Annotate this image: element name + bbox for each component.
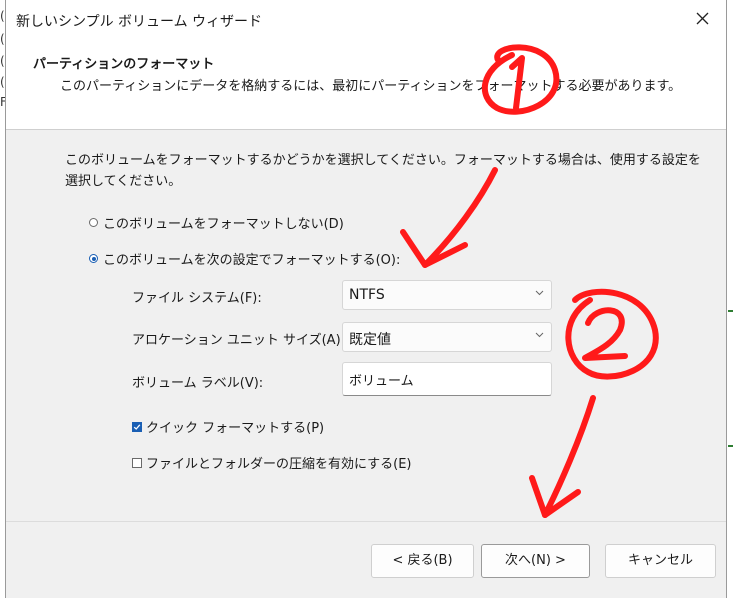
window-title: 新しいシンプル ボリューム ウィザード	[16, 14, 263, 30]
background-marker	[728, 445, 733, 447]
volume-label-input[interactable]: ボリューム	[342, 362, 552, 396]
background-window-right-edge	[726, 0, 734, 598]
wizard-dialog: 新しいシンプル ボリューム ウィザード パーティションのフォーマット このパーテ…	[5, 0, 727, 598]
radio-button-unchecked[interactable]	[89, 218, 98, 227]
allocation-unit-label: アロケーション ユニット サイズ(A):	[132, 333, 346, 348]
wizard-content: このボリュームをフォーマットするかどうかを選択してください。フォーマットする場合…	[6, 130, 726, 520]
chevron-down-icon	[535, 332, 544, 338]
close-icon	[696, 12, 709, 25]
footer-divider	[6, 521, 726, 522]
background-text-fragment: (	[0, 75, 5, 89]
instruction-text: このボリュームをフォーマットするかどうかを選択してください。フォーマットする場合…	[65, 153, 701, 189]
compression-label: ファイルとフォルダーの圧縮を有効にする(E)	[146, 457, 412, 472]
file-system-value: NTFS	[349, 287, 385, 303]
next-button[interactable]: 次へ(N) >	[481, 544, 590, 578]
background-text-fragment: (	[0, 32, 5, 46]
checkbox-unchecked[interactable]	[132, 457, 142, 468]
radio-no-format[interactable]: このボリュームをフォーマットしない(D)	[89, 213, 344, 232]
background-marker	[728, 310, 733, 312]
wizard-header: パーティションのフォーマット このパーティションにデータを格納するには、最初にパ…	[6, 40, 726, 130]
volume-label-value: ボリューム	[349, 374, 414, 389]
close-button[interactable]	[686, 4, 720, 34]
chevron-down-icon	[535, 290, 544, 296]
back-button[interactable]: < 戻る(B)	[371, 544, 474, 578]
checkmark-icon	[133, 423, 141, 430]
title-bar: 新しいシンプル ボリューム ウィザード	[6, 0, 726, 40]
page-subtitle: このパーティションにデータを格納するには、最初にパーティションをフォーマットする…	[60, 79, 682, 94]
compression-checkbox[interactable]: ファイルとフォルダーの圧縮を有効にする(E)	[132, 453, 412, 472]
radio-format-label: このボリュームを次の設定でフォーマットする(O):	[103, 253, 401, 268]
page-title: パーティションのフォーマット	[33, 57, 215, 72]
volume-label-label: ボリューム ラベル(V):	[132, 376, 264, 391]
background-text-fragment: (	[0, 9, 5, 23]
checkbox-checked[interactable]	[132, 421, 142, 432]
quick-format-checkbox[interactable]: クイック フォーマットする(P)	[132, 417, 324, 436]
file-system-select[interactable]: NTFS	[342, 280, 552, 310]
radio-button-checked[interactable]	[89, 254, 98, 263]
allocation-unit-value: 既定値	[349, 332, 391, 348]
cancel-button[interactable]: キャンセル	[605, 544, 716, 578]
allocation-unit-select[interactable]: 既定値	[342, 322, 552, 352]
quick-format-label: クイック フォーマットする(P)	[146, 421, 325, 436]
radio-no-format-label: このボリュームをフォーマットしない(D)	[103, 217, 344, 232]
background-text-fragment: (	[0, 54, 5, 68]
file-system-label: ファイル システム(F):	[132, 291, 262, 306]
radio-format[interactable]: このボリュームを次の設定でフォーマットする(O):	[89, 249, 400, 268]
